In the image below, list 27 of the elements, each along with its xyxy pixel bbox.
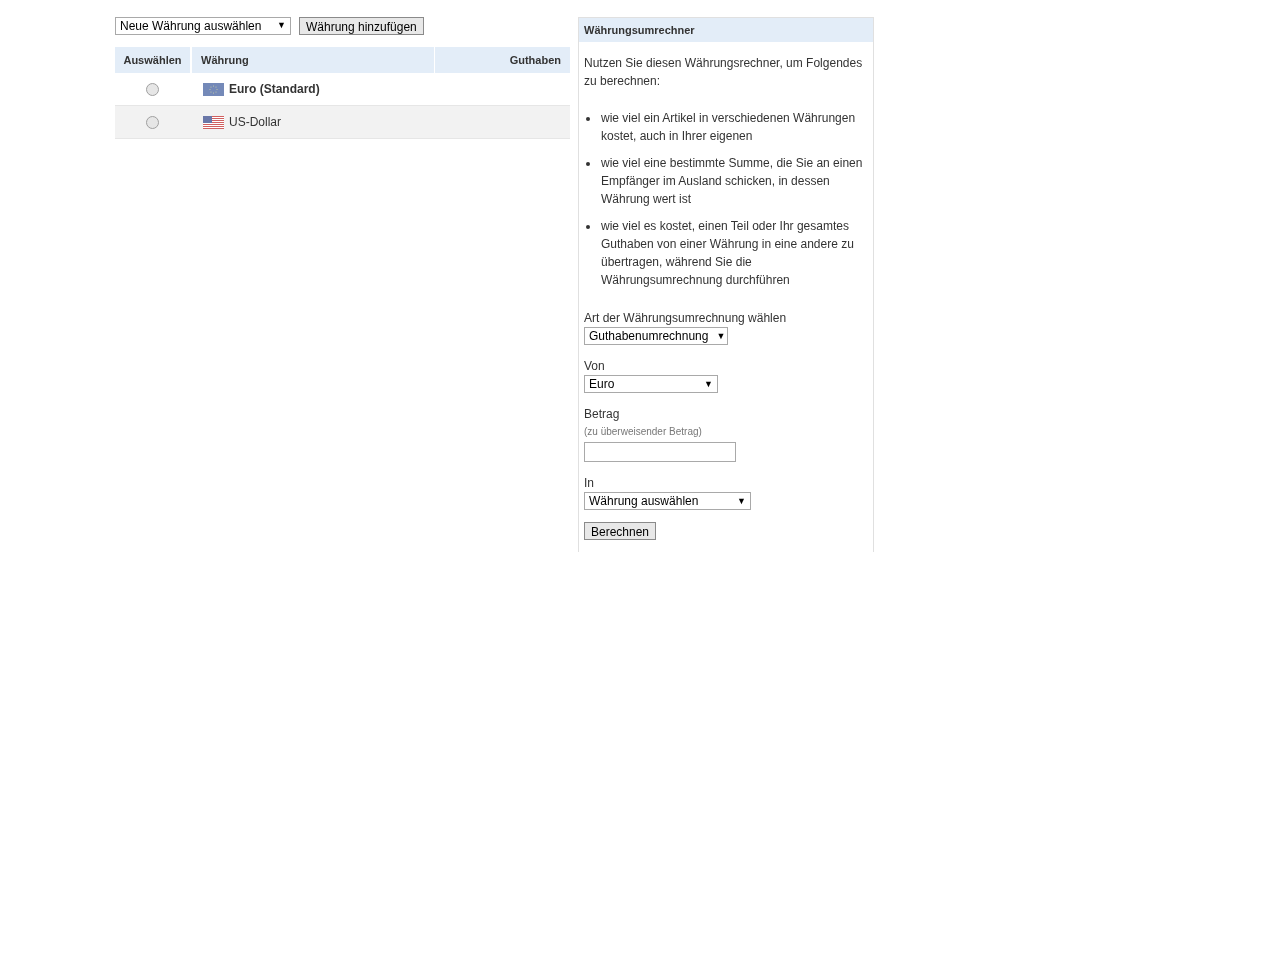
bullet-text: wie viel es kostet, einen Teil oder Ihr gesamtes Guthaben von einer Währung in eine andere zu übertragen, während Sie die Währungsumrechnung durchführen [601,218,855,289]
field-label: Von [584,358,606,375]
bullet-text: wie viel ein Artikel in verschiedenen Währungen kostet, auch in Ihrer eigenen [601,110,857,145]
bullet-icon [586,117,590,121]
amount-field[interactable] [584,442,736,462]
bullet-icon [586,225,590,229]
from-currency-select[interactable]: Euro ▼ [584,375,718,393]
currency-name: US-Dollar [229,114,281,131]
conversion-type-select[interactable]: Guthabenumrechnung ▼ [584,327,728,345]
currency-select[interactable]: Neue Währung auswählen ▼ [115,17,291,35]
add-currency-button[interactable]: Währung hinzufügen [299,17,424,35]
bullet-icon [586,162,590,166]
intro-text: Nutzen Sie diesen Währungsrechner, um Folgendes zu berechnen: [584,55,864,90]
eu-flag-icon [203,82,224,96]
field-label: Art der Währungsumrechnung wählen [584,310,788,327]
field-label: Betrag [584,406,621,423]
field-label: In [584,475,595,492]
field-hint: (zu überweisender Betrag) [584,425,703,439]
radio-button[interactable] [146,115,159,129]
bullet-text: wie viel eine bestimmte Summe, die Sie an einen Empfänger im Ausland schicken, in dessen Währung wert ist [601,155,864,208]
calculate-button[interactable]: Berechnen [584,522,657,540]
column-header: Auswählen [122,52,183,68]
us-flag-icon [203,115,224,129]
panel-title: Währungsumrechner [579,18,873,42]
currency-name: Euro (Standard) [229,81,320,98]
radio-button[interactable] [146,82,159,96]
target-currency-select[interactable]: Währung auswählen ▼ [584,492,751,510]
